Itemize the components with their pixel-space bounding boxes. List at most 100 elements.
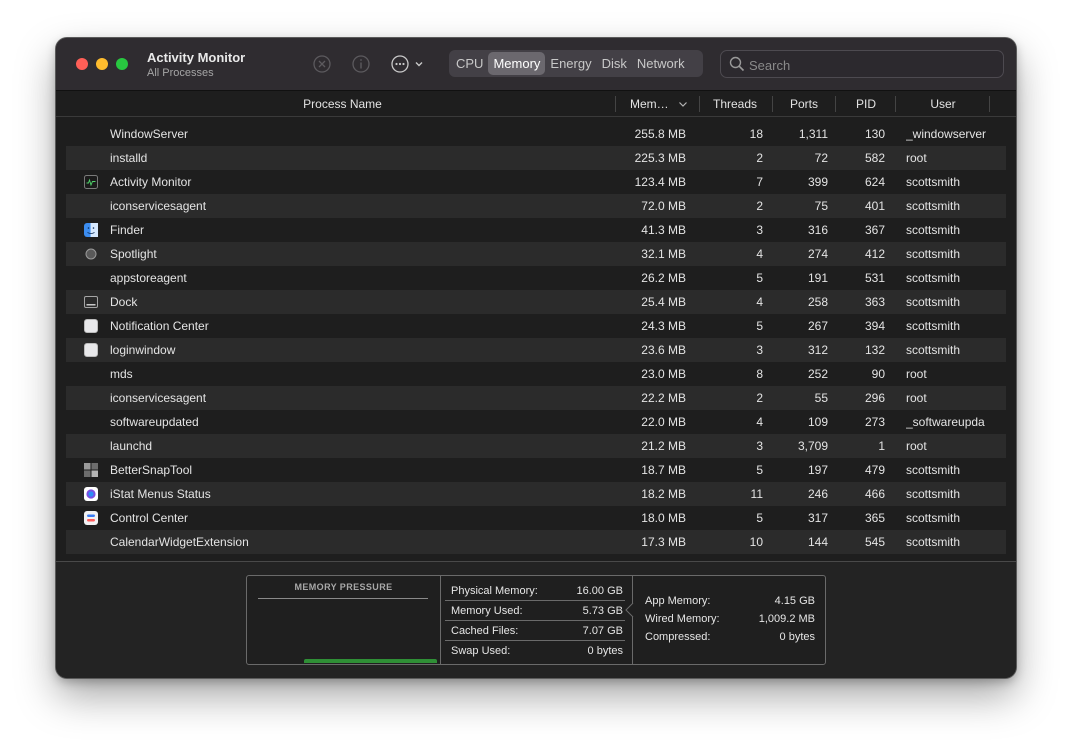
memory-value: 255.8 MB xyxy=(634,127,686,141)
memory-value: 225.3 MB xyxy=(634,151,686,165)
process-filter-subtitle[interactable]: All Processes xyxy=(147,67,214,79)
table-row[interactable]: iconservicesagent 72.0 MB 2 75 401 scottsmith xyxy=(66,194,1006,218)
memory-value: 22.2 MB xyxy=(641,391,686,405)
ports-value: 109 xyxy=(807,415,828,429)
column-threads[interactable]: Threads xyxy=(700,91,770,117)
search-input[interactable] xyxy=(749,56,989,74)
pid-value: 296 xyxy=(864,391,885,405)
table-row[interactable]: launchd 21.2 MB 3 3,709 1 root xyxy=(66,434,1006,458)
threads-value: 3 xyxy=(756,223,763,237)
column-memory[interactable]: Mem… xyxy=(630,91,669,117)
table-row[interactable]: mds 23.0 MB 8 252 90 root xyxy=(66,362,1006,386)
process-name: iStat Menus Status xyxy=(110,487,211,501)
table-row[interactable]: WindowServer 255.8 MB 18 1,311 130 _windowser… xyxy=(66,122,1006,146)
memory-value: 18.2 MB xyxy=(641,487,686,501)
column-user[interactable]: User xyxy=(896,91,990,117)
ports-value: 3,709 xyxy=(797,439,828,453)
memory-used-row: Memory Used: 5.73 GB xyxy=(445,601,625,621)
process-name: launchd xyxy=(110,439,153,453)
ports-value: 197 xyxy=(807,463,828,477)
table-row[interactable]: Notification Center 24.3 MB 5 267 394 scottsm… xyxy=(66,314,1006,338)
cached-files-value: 7.07 GB xyxy=(582,625,623,637)
ports-value: 246 xyxy=(807,487,828,501)
minimize-window-button[interactable] xyxy=(96,58,108,70)
cached-files-label: Cached Files: xyxy=(451,625,519,637)
app-memory-value: 4.15 GB xyxy=(774,595,815,607)
memory-value: 41.3 MB xyxy=(641,223,686,237)
process-name: BetterSnapTool xyxy=(110,463,193,477)
memory-value: 25.4 MB xyxy=(641,295,686,309)
table-row[interactable]: BetterSnapTool 18.7 MB 5 197 479 scottsmith xyxy=(66,458,1006,482)
threads-value: 3 xyxy=(756,343,763,357)
search-field[interactable] xyxy=(720,50,1004,78)
tab-memory[interactable]: Memory xyxy=(488,52,546,75)
table-row[interactable]: loginwindow 23.6 MB 3 312 132 scottsmith xyxy=(66,338,1006,362)
memory-value: 18.7 MB xyxy=(641,463,686,477)
table-row[interactable]: iconservicesagent 22.2 MB 2 55 296 root xyxy=(66,386,1006,410)
memory-footer: MEMORY PRESSURE Physical Memory: 16.00 G… xyxy=(56,561,1016,678)
info-icon[interactable] xyxy=(351,54,371,74)
process-name: Notification Center xyxy=(110,319,209,333)
compressed-label: Compressed: xyxy=(645,631,711,643)
finder-icon xyxy=(84,223,98,237)
column-divider[interactable] xyxy=(989,96,990,112)
close-window-button[interactable] xyxy=(76,58,88,70)
ellipsis-circle-icon[interactable] xyxy=(390,54,426,74)
column-header: Process Name Mem… Threads Ports PID User xyxy=(56,91,1016,117)
process-name: softwareupdated xyxy=(110,415,199,429)
user-value: scottsmith xyxy=(906,295,961,309)
threads-value: 5 xyxy=(756,319,763,333)
memory-value: 26.2 MB xyxy=(641,271,686,285)
pid-value: 394 xyxy=(864,319,885,333)
column-ports[interactable]: Ports xyxy=(773,91,835,117)
memory-value: 32.1 MB xyxy=(641,247,686,261)
table-row[interactable]: softwareupdated 22.0 MB 4 109 273 _softwareup… xyxy=(66,410,1006,434)
user-value: scottsmith xyxy=(906,319,961,333)
column-divider[interactable] xyxy=(615,96,616,112)
table-row[interactable]: installd 225.3 MB 2 72 582 root xyxy=(66,146,1006,170)
table-row[interactable]: Activity Monitor 123.4 MB 7 399 624 scottsmit… xyxy=(66,170,1006,194)
table-row[interactable]: Control Center 18.0 MB 5 317 365 scottsmith xyxy=(66,506,1006,530)
column-process-name[interactable]: Process Name xyxy=(56,91,629,117)
user-value: scottsmith xyxy=(906,511,961,525)
memory-pressure-title: MEMORY PRESSURE xyxy=(294,582,393,592)
table-row[interactable]: Dock 25.4 MB 4 258 363 scottsmith xyxy=(66,290,1006,314)
process-name: CalendarWidgetExtension xyxy=(110,535,249,549)
physical-memory-label: Physical Memory: xyxy=(451,585,538,597)
column-pid[interactable]: PID xyxy=(836,91,896,117)
ports-value: 317 xyxy=(807,511,828,525)
threads-value: 7 xyxy=(756,175,763,189)
tab-network[interactable]: Network xyxy=(632,52,690,75)
spotlight-icon xyxy=(84,247,98,261)
tab-energy[interactable]: Energy xyxy=(545,52,596,75)
threads-value: 5 xyxy=(756,463,763,477)
physical-memory-row: Physical Memory: 16.00 GB xyxy=(445,581,625,601)
app-title: Activity Monitor xyxy=(147,50,246,65)
table-row[interactable]: CalendarWidgetExtension 17.3 MB 10 144 545 sc… xyxy=(66,530,1006,554)
table-row[interactable]: appstoreagent 26.2 MB 5 191 531 scottsmith xyxy=(66,266,1006,290)
memory-used-label: Memory Used: xyxy=(451,605,523,617)
threads-value: 5 xyxy=(756,511,763,525)
memory-value: 72.0 MB xyxy=(641,199,686,213)
stop-process-icon[interactable] xyxy=(312,54,332,74)
pid-value: 401 xyxy=(864,199,885,213)
zoom-window-button[interactable] xyxy=(116,58,128,70)
wired-memory-row: Wired Memory: 1,009.2 MB xyxy=(645,611,815,629)
memory-pressure-bar xyxy=(304,659,437,663)
process-name: Spotlight xyxy=(110,247,157,261)
threads-value: 3 xyxy=(756,439,763,453)
wired-memory-value: 1,009.2 MB xyxy=(758,613,815,625)
tab-disk[interactable]: Disk xyxy=(597,52,632,75)
table-row[interactable]: Spotlight 32.1 MB 4 274 412 scottsmith xyxy=(66,242,1006,266)
table-row[interactable]: Finder 41.3 MB 3 316 367 scottsmith xyxy=(66,218,1006,242)
memory-value: 21.2 MB xyxy=(641,439,686,453)
sort-descending-icon[interactable] xyxy=(678,91,688,117)
memory-value: 123.4 MB xyxy=(634,175,686,189)
user-value: scottsmith xyxy=(906,223,961,237)
table-row[interactable]: iStat Menus Status 18.2 MB 11 246 466 scottsm… xyxy=(66,482,1006,506)
memory-value: 23.6 MB xyxy=(641,343,686,357)
threads-value: 18 xyxy=(749,127,763,141)
tab-cpu[interactable]: CPU xyxy=(451,52,488,75)
memory-value: 23.0 MB xyxy=(641,367,686,381)
process-name: Activity Monitor xyxy=(110,175,192,189)
